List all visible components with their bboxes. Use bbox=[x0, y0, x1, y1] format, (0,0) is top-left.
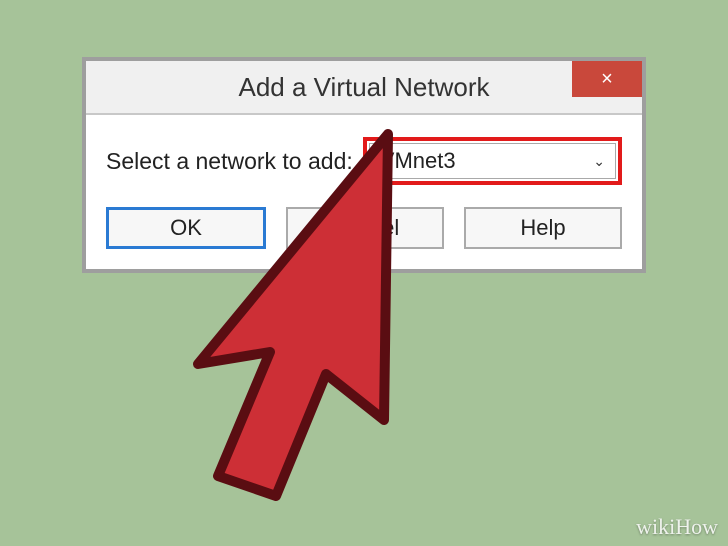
select-label: Select a network to add: bbox=[106, 148, 353, 175]
dialog-title: Add a Virtual Network bbox=[86, 72, 642, 103]
titlebar: Add a Virtual Network × bbox=[86, 61, 642, 113]
ok-button[interactable]: OK bbox=[106, 207, 266, 249]
ok-button-label: OK bbox=[170, 215, 202, 241]
help-button[interactable]: Help bbox=[464, 207, 622, 249]
button-row: OK Cancel Help bbox=[106, 207, 622, 249]
close-icon: × bbox=[601, 68, 613, 91]
dialog-body: Select a network to add: VMnet3 ⌄ OK Can… bbox=[86, 113, 642, 269]
add-virtual-network-dialog: Add a Virtual Network × Select a network… bbox=[82, 57, 646, 273]
cancel-button-label: Cancel bbox=[331, 215, 399, 241]
help-button-label: Help bbox=[520, 215, 565, 241]
select-highlight: VMnet3 ⌄ bbox=[363, 137, 622, 185]
close-button[interactable]: × bbox=[572, 61, 642, 97]
network-select-value: VMnet3 bbox=[380, 148, 456, 174]
network-select[interactable]: VMnet3 ⌄ bbox=[369, 143, 616, 179]
watermark: wikiHow bbox=[636, 514, 718, 540]
select-row: Select a network to add: VMnet3 ⌄ bbox=[106, 137, 622, 185]
chevron-down-icon: ⌄ bbox=[593, 153, 605, 170]
cancel-button[interactable]: Cancel bbox=[286, 207, 444, 249]
